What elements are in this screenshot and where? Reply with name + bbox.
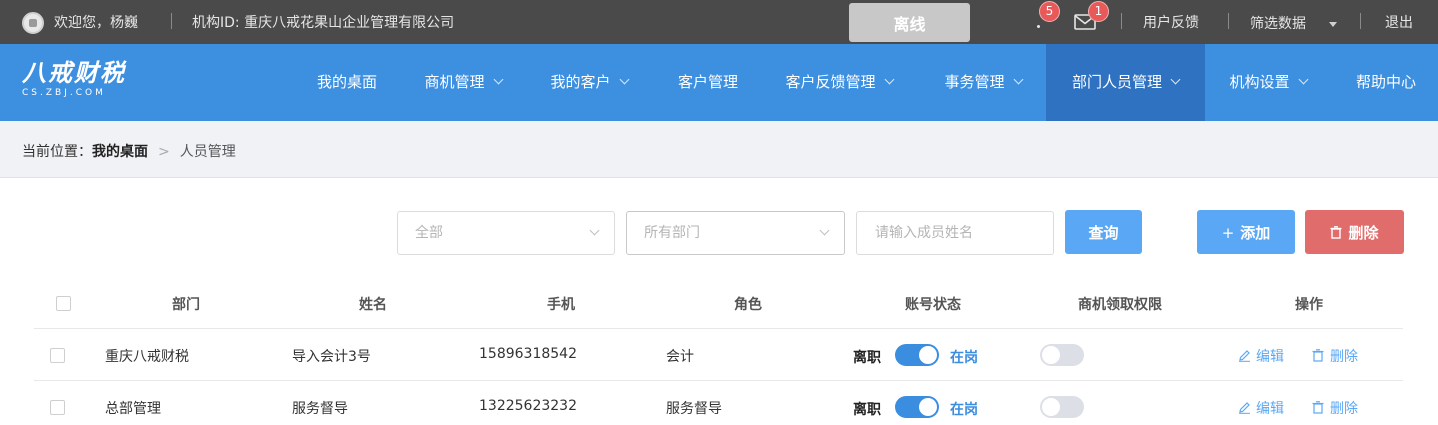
cell-department: 总部管理 — [105, 401, 161, 417]
row-checkbox[interactable] — [50, 400, 65, 415]
account-status-toggle[interactable] — [895, 344, 939, 366]
nav-item-my-customers[interactable]: 我的客户 — [534, 44, 644, 121]
filter-data-dropdown[interactable]: 筛选数据 — [1250, 13, 1306, 33]
logo[interactable]: 八戒财税 CS.ZBJ.COM — [22, 58, 126, 98]
nav-item-dept-staff[interactable]: 部门人员管理 — [1046, 44, 1205, 121]
breadcrumb-home-link[interactable]: 我的桌面 — [92, 144, 148, 160]
column-header-phone: 手机 — [547, 297, 575, 313]
breadcrumb: 当前位置：我的桌面 > 人员管理 — [22, 141, 236, 161]
plus-icon: + — [1221, 223, 1235, 242]
status-select[interactable]: 全部 — [397, 211, 615, 255]
cell-name: 服务督导 — [292, 401, 348, 417]
toggle-knob — [919, 398, 937, 416]
toggle-knob — [1042, 398, 1060, 416]
chevron-down-icon — [1298, 74, 1308, 85]
nav-item-org-settings[interactable]: 机构设置 — [1213, 44, 1323, 121]
chevron-down-icon — [819, 225, 830, 236]
column-header-name: 姓名 — [359, 297, 387, 313]
department-select[interactable]: 所有部门 — [626, 211, 845, 255]
main-nav: 八戒财税 CS.ZBJ.COM 我的桌面 商机管理 我的客户 客户管理 客户反馈… — [0, 44, 1438, 121]
nav-item-affairs[interactable]: 事务管理 — [928, 44, 1038, 121]
cell-role: 服务督导 — [666, 401, 722, 417]
status-off-label: 离职 — [853, 350, 881, 366]
nav-item-desktop[interactable]: 我的桌面 — [297, 44, 397, 121]
nav-item-customer-mgmt[interactable]: 客户管理 — [663, 44, 753, 121]
notification-badge: 5 — [1039, 1, 1060, 22]
delete-link[interactable]: 删除 — [1312, 346, 1358, 366]
cell-department: 重庆八戒财税 — [105, 349, 189, 365]
status-on-label: 在岗 — [950, 402, 978, 418]
divider — [171, 13, 172, 29]
column-header-department: 部门 — [172, 297, 200, 313]
query-button[interactable]: 查询 — [1065, 210, 1142, 254]
edit-link[interactable]: 编辑 — [1238, 398, 1284, 418]
logo-subtext: CS.ZBJ.COM — [22, 88, 106, 98]
toggle-knob — [919, 346, 937, 364]
offline-status-button[interactable]: 离线 — [849, 3, 970, 42]
column-header-role: 角色 — [734, 297, 762, 313]
add-button[interactable]: + 添加 — [1197, 210, 1295, 254]
opportunity-permission-toggle[interactable] — [1040, 396, 1084, 418]
chevron-down-icon — [1013, 74, 1023, 85]
trash-icon — [1312, 401, 1324, 414]
top-bar: 欢迎您，杨巍 机构ID: 重庆八戒花果山企业管理有限公司 离线 5 1 用户反馈… — [0, 0, 1438, 44]
chevron-down-icon — [589, 225, 600, 236]
cell-name: 导入会计3号 — [292, 349, 371, 365]
column-header-account-status: 账号状态 — [905, 297, 961, 313]
edit-link[interactable]: 编辑 — [1238, 346, 1284, 366]
cell-role: 会计 — [666, 349, 694, 365]
column-header-opportunity-permission: 商机领取权限 — [1078, 297, 1162, 313]
account-status-toggle[interactable] — [895, 396, 939, 418]
cell-phone: 13225623232 — [479, 398, 577, 414]
delete-button[interactable]: 删除 — [1305, 210, 1404, 254]
breadcrumb-separator: > — [158, 144, 170, 160]
trash-icon — [1330, 225, 1342, 239]
divider — [1228, 13, 1229, 29]
mail-badge: 1 — [1088, 1, 1109, 22]
delete-link[interactable]: 删除 — [1312, 398, 1358, 418]
divider — [1360, 13, 1361, 29]
nav-item-help[interactable]: 帮助中心 — [1345, 44, 1427, 121]
logout-link[interactable]: 退出 — [1385, 12, 1413, 32]
breadcrumb-current: 人员管理 — [179, 144, 236, 160]
nav-item-opportunity[interactable]: 商机管理 — [408, 44, 518, 121]
avatar — [22, 12, 44, 34]
status-on-label: 在岗 — [950, 350, 978, 366]
divider — [1121, 13, 1122, 29]
trash-icon — [1312, 349, 1324, 362]
chevron-down-icon — [493, 74, 503, 85]
chevron-down-icon — [884, 74, 894, 85]
row-divider — [34, 380, 1403, 381]
breadcrumb-prefix: 当前位置： — [22, 144, 92, 160]
row-checkbox[interactable] — [50, 348, 65, 363]
opportunity-permission-toggle[interactable] — [1040, 344, 1084, 366]
toggle-knob — [1042, 346, 1060, 364]
caret-down-icon — [1329, 22, 1337, 27]
edit-icon — [1239, 350, 1250, 362]
select-all-checkbox[interactable] — [56, 296, 71, 311]
row-divider — [34, 328, 1403, 329]
chevron-down-icon — [619, 74, 629, 85]
user-feedback-link[interactable]: 用户反馈 — [1143, 12, 1199, 32]
status-off-label: 离职 — [853, 402, 881, 418]
org-id-text: 机构ID: 重庆八戒花果山企业管理有限公司 — [192, 15, 455, 31]
member-name-input[interactable] — [856, 211, 1054, 255]
column-header-actions: 操作 — [1295, 297, 1323, 313]
welcome-text: 欢迎您，杨巍 — [54, 15, 138, 31]
nav-item-feedback-mgmt[interactable]: 客户反馈管理 — [768, 44, 910, 121]
cell-phone: 15896318542 — [479, 346, 577, 362]
logo-text: 八戒财税 — [22, 58, 126, 87]
chevron-down-icon — [1170, 74, 1181, 85]
edit-icon — [1239, 402, 1250, 414]
